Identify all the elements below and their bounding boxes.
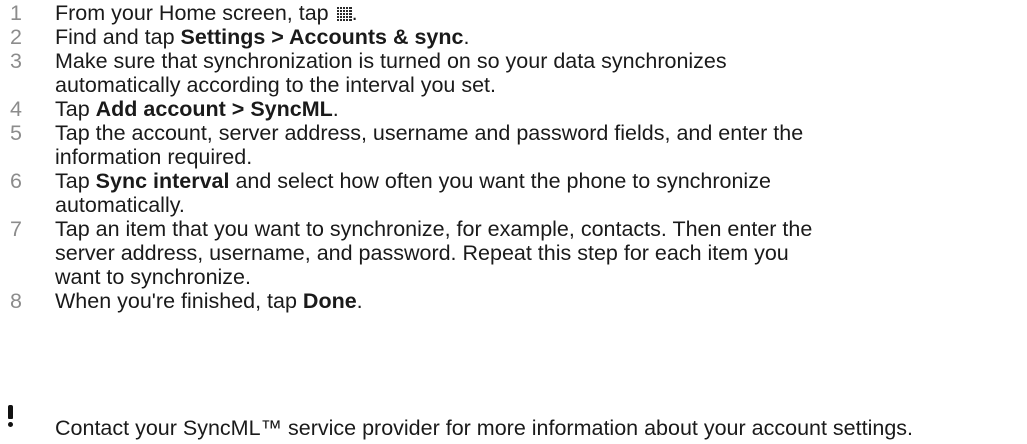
step-text-run: automatically. [55,193,185,217]
step-number: 1 [10,1,22,25]
step-number: 7 [10,217,22,241]
step-text-run: Tap an item that you want to synchronize… [55,217,813,241]
step-text: Find and tap Settings > Accounts & sync. [55,25,469,49]
note-callout: Contact your SyncML™ service provider fo… [0,405,1027,444]
step-item: 3 Make sure that synchronization is turne… [0,49,727,97]
step-ui-term: Done [302,289,357,313]
step-item: 2 Find and tap Settings > Accounts & sync… [0,25,469,49]
step-number: 4 [10,97,22,121]
step-number: 6 [10,169,22,193]
step-text: Tap Sync interval and select how often y… [55,169,771,217]
step-text: From your Home screen, tap . [55,1,358,25]
step-number: 2 [10,25,22,49]
step-item: 6 Tap Sync interval and select how often … [0,169,771,217]
step-text-run: Find and tap [55,25,181,49]
step-text: Tap an item that you want to synchronize… [55,217,812,289]
step-text-run: server address, username, and password. … [55,241,789,265]
step-number: 5 [10,121,22,145]
step-text-run: Tap [55,169,96,193]
step-text-run: . [351,1,358,25]
step-ui-term: Add account > SyncML [95,97,333,121]
step-text-run: automatically according to the interval … [55,73,496,97]
step-text-run: When you're finished, tap [55,289,303,313]
step-item: 5 Tap the account, server address, userna… [0,121,803,169]
step-item: 4 Tap Add account > SyncML. [0,97,339,121]
step-text-run: . [356,289,363,313]
step-text-run: and select how often you want the phone … [229,169,771,193]
step-ui-term: Settings > Accounts & sync [180,25,464,49]
step-item: 7 Tap an item that you want to synchroniz… [0,217,812,289]
step-item: 8 When you're finished, tap Done. [0,289,363,313]
step-text-run: Make sure that synchronization is turned… [55,49,727,73]
step-text-run: From your Home screen, tap [55,1,335,25]
step-item: 1 From your Home screen, tap . [0,1,358,25]
step-text-run: . [332,97,339,121]
step-text-run: want to synchronize. [55,265,251,289]
step-number: 3 [10,49,22,73]
note-text: Contact your SyncML™ service provider fo… [55,416,913,440]
step-ui-term: Sync interval [95,169,230,193]
step-text: Tap Add account > SyncML. [55,97,339,121]
step-text: When you're finished, tap Done. [55,289,363,313]
step-number: 8 [10,289,22,313]
step-text-run: Tap the account, server address, usernam… [55,121,804,145]
step-text-run: information required. [55,145,253,169]
exclamation-icon [6,405,16,427]
step-text: Make sure that synchronization is turned… [55,49,727,97]
step-text-run: Tap [55,97,96,121]
step-text: Tap the account, server address, usernam… [55,121,803,169]
apps-grid-icon [336,7,352,21]
step-text-run: . [463,25,470,49]
